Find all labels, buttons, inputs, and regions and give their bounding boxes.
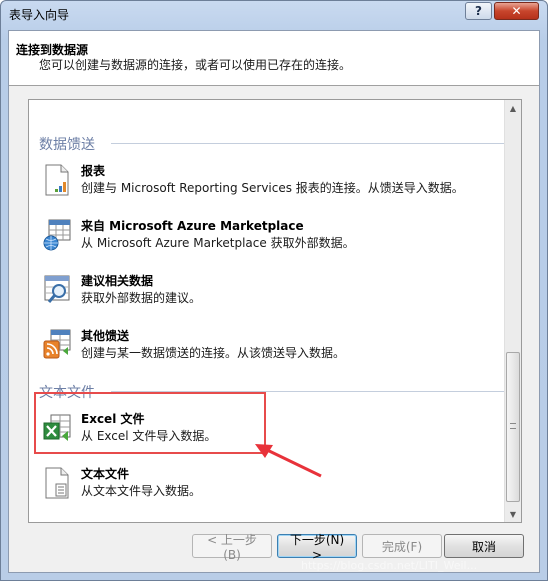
item-title: 建议相关数据 [81, 274, 154, 288]
list-scrollbar[interactable]: ▲ ▼ [504, 100, 521, 522]
help-icon: ? [475, 4, 482, 18]
list-item-other-feeds[interactable]: 其他馈送 创建与某一数据馈送的连接。从该馈送导入数据。 [43, 327, 483, 371]
list-item-suggest-data[interactable]: 建议相关数据 获取外部数据的建议。 [43, 272, 483, 316]
scroll-down-icon[interactable]: ▼ [505, 506, 521, 522]
item-desc: 创建与某一数据馈送的连接。从该馈送导入数据。 [81, 346, 346, 360]
close-icon: ✕ [511, 4, 522, 18]
report-icon [45, 164, 69, 196]
wizard-body: 连接到数据源 您可以创建与数据源的连接，或者可以使用已存在的连接。 数据馈送 报… [8, 30, 540, 573]
back-button[interactable]: < 上一步(B) [192, 533, 272, 562]
item-desc: 获取外部数据的建议。 [81, 291, 202, 305]
feed-icon [43, 329, 71, 359]
azure-marketplace-icon [43, 219, 71, 251]
item-desc: 从文本文件导入数据。 [81, 484, 202, 498]
annotation-arrow-icon [255, 444, 322, 478]
list-item-report[interactable]: 报表 创建与 Microsoft Reporting Services 报表的连… [43, 162, 483, 206]
item-title: 报表 [81, 164, 106, 178]
title-bar: 表导入向导 ? ✕ [1, 1, 547, 27]
wizard-header: 连接到数据源 您可以创建与数据源的连接，或者可以使用已存在的连接。 [9, 31, 539, 86]
item-title: 其他馈送 [81, 329, 130, 343]
suggest-data-icon [44, 275, 70, 303]
section-label: 数据馈送 [39, 137, 95, 153]
help-button[interactable]: ? [465, 2, 492, 20]
next-button[interactable]: 下一步(N) > [277, 533, 357, 562]
list-item-azure-marketplace[interactable]: 来自 Microsoft Azure Marketplace 从 Microso… [43, 217, 483, 261]
item-desc: 从 Microsoft Azure Marketplace 获取外部数据。 [81, 236, 355, 250]
scroll-up-icon[interactable]: ▲ [505, 100, 521, 116]
text-file-icon [45, 467, 69, 499]
close-button[interactable]: ✕ [494, 2, 539, 20]
scroll-thumb[interactable] [506, 352, 520, 502]
window-title: 表导入向导 [9, 8, 70, 22]
item-title: 文本文件 [81, 467, 130, 481]
data-source-list[interactable]: 数据馈送 报表 创建与 Microsoft Reporting Services… [28, 99, 522, 523]
scroll-grip-icon [510, 423, 516, 429]
page-subtitle: 您可以创建与数据源的连接，或者可以使用已存在的连接。 [39, 58, 352, 72]
section-data-feeds: 数据馈送 [39, 134, 504, 153]
annotation-highlight-box [34, 392, 266, 454]
item-desc: 创建与 Microsoft Reporting Services 报表的连接。从… [81, 181, 464, 195]
section-divider [111, 143, 504, 144]
finish-button[interactable]: 完成(F) [362, 534, 442, 558]
watermark: https://blog.csdn.net/LITI_Weil... [301, 559, 478, 572]
item-title: 来自 Microsoft Azure Marketplace [81, 219, 304, 233]
cancel-button[interactable]: 取消 [444, 534, 524, 558]
import-wizard-window: 表导入向导 ? ✕ 连接到数据源 您可以创建与数据源的连接，或者可以使用已存在的… [0, 0, 548, 581]
